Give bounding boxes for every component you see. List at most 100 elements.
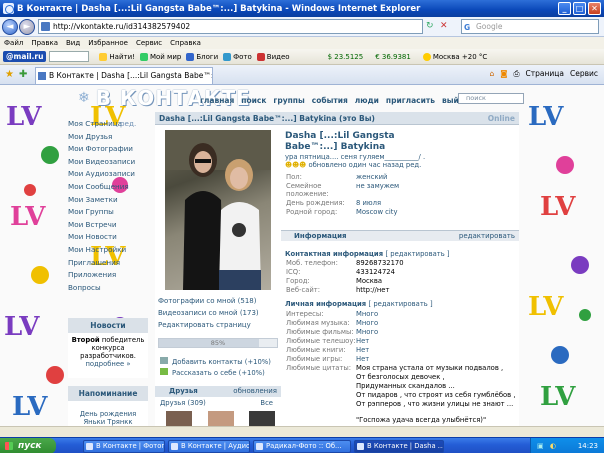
- contact-edit-link[interactable]: [ редактировать ]: [385, 250, 449, 258]
- menu-my-page[interactable]: Моя Страница ред.: [68, 118, 148, 131]
- nav-search[interactable]: поиск: [241, 96, 266, 105]
- mailru-search-input[interactable]: [49, 51, 90, 62]
- reminder-body[interactable]: День рождения Яньки Трянкк: [68, 401, 148, 426]
- info-edit-link[interactable]: редактировать: [459, 231, 515, 241]
- nav-invite[interactable]: пригласить: [386, 96, 435, 105]
- vk-search-input[interactable]: поиск: [458, 93, 524, 104]
- interests-label: Интересы:: [286, 310, 324, 318]
- menu-groups[interactable]: Мои Группы: [68, 206, 148, 219]
- weather-widget[interactable]: Москва +20 °C: [422, 52, 487, 61]
- tell-about-link[interactable]: Рассказать о себе (+10%): [160, 368, 265, 377]
- start-button[interactable]: пуск: [0, 438, 56, 453]
- photos-with-me-link[interactable]: Фотографии со мной (518): [158, 297, 256, 305]
- search-input[interactable]: G Google: [461, 19, 599, 34]
- print-icon[interactable]: ⎙: [514, 69, 520, 79]
- close-button[interactable]: ✕: [588, 2, 601, 15]
- profile-photo-image: [165, 130, 271, 290]
- menu-invitations[interactable]: Приглашения: [68, 257, 148, 270]
- nav-home[interactable]: главная: [200, 96, 234, 105]
- menu-file[interactable]: Файл: [4, 39, 23, 47]
- profile-status[interactable]: ура пятница.... сеня гуляем__________/ .: [285, 153, 425, 161]
- profile-photo[interactable]: [165, 130, 271, 290]
- nav-events[interactable]: события: [312, 96, 348, 105]
- network-icon[interactable]: ▣: [537, 442, 544, 450]
- menu-audio[interactable]: Мои Аудиозаписи: [68, 168, 148, 181]
- books-value[interactable]: Нет: [356, 346, 369, 354]
- news-more-link[interactable]: подробнее »: [85, 360, 130, 368]
- add-contacts-link[interactable]: Добавить контакты (+10%): [160, 357, 271, 366]
- menu-bar: Файл Правка Вид Избранное Сервис Справка: [0, 37, 604, 49]
- menu-settings[interactable]: Мои Настройки: [68, 244, 148, 257]
- clock[interactable]: 14:23: [578, 438, 598, 453]
- eur-rate[interactable]: € 36.9381: [375, 53, 411, 61]
- menu-edit[interactable]: Правка: [31, 39, 58, 47]
- menu-tools[interactable]: Сервис: [136, 39, 162, 47]
- gender-value[interactable]: женский: [356, 173, 387, 181]
- taskbar-item[interactable]: В Контакте | Фотог...: [83, 440, 165, 453]
- minimize-button[interactable]: _: [558, 2, 571, 15]
- menu-notes[interactable]: Мои Заметки: [68, 194, 148, 207]
- hometown-value[interactable]: Moscow city: [356, 208, 398, 216]
- volume-icon[interactable]: ◐: [550, 442, 556, 450]
- birthday-value[interactable]: 8 июля: [356, 199, 381, 207]
- nav-groups[interactable]: группы: [273, 96, 304, 105]
- videos-with-me-link[interactable]: Видеозаписи со мной (173): [158, 309, 259, 317]
- taskbar-item[interactable]: В Контакте | Аудио ...: [168, 440, 250, 453]
- mailru-toolbar: @mail.ru Найти! Мой мир Блоги Фото Видео…: [0, 49, 604, 65]
- edit-link[interactable]: ред.: [120, 118, 136, 131]
- favorites-star-icon[interactable]: ★: [5, 69, 14, 80]
- tvshows-value[interactable]: Нет: [356, 337, 369, 345]
- movies-value[interactable]: Много: [356, 328, 378, 336]
- mailru-logo[interactable]: @mail.ru: [3, 51, 47, 62]
- ie-icon: [171, 443, 178, 450]
- friend-avatar[interactable]: [249, 411, 275, 426]
- photo-link[interactable]: Фото: [223, 52, 252, 61]
- menu-questions[interactable]: Вопросы: [68, 282, 148, 295]
- video-link[interactable]: Видео: [256, 52, 290, 61]
- my-world-link[interactable]: Мой мир: [139, 52, 181, 61]
- menu-news[interactable]: Мои Новости: [68, 231, 148, 244]
- find-button[interactable]: Найти!: [99, 52, 135, 61]
- friends-updates-link[interactable]: обновления: [233, 386, 277, 397]
- marital-value[interactable]: не замужем: [356, 182, 399, 190]
- add-favorites-icon[interactable]: ✚: [19, 69, 27, 80]
- personal-edit-link[interactable]: [ редактировать ]: [369, 300, 433, 308]
- friends-count-link[interactable]: Друзья (309): [160, 399, 206, 407]
- friends-all-link[interactable]: Все: [260, 399, 273, 407]
- forward-button[interactable]: ►: [19, 19, 35, 35]
- friend-avatar[interactable]: [208, 411, 234, 426]
- menu-events[interactable]: Мои Встречи: [68, 219, 148, 232]
- interests-value[interactable]: Много: [356, 310, 378, 318]
- quotes-label: Любимые цитаты:: [286, 364, 352, 372]
- nav-people[interactable]: люди: [355, 96, 379, 105]
- menu-help[interactable]: Справка: [170, 39, 201, 47]
- menu-friends[interactable]: Мои Друзья: [68, 131, 148, 144]
- back-button[interactable]: ◄: [2, 19, 18, 35]
- page-menu-button[interactable]: Страница: [526, 69, 564, 79]
- address-bar-row: ◄ ► http://vkontakte.ru/id314382579402 ↻…: [0, 17, 604, 37]
- home-icon[interactable]: ⌂: [489, 69, 494, 79]
- find-icon: [99, 52, 108, 61]
- address-input[interactable]: http://vkontakte.ru/id314382579402: [38, 19, 423, 34]
- menu-favorites[interactable]: Избранное: [88, 39, 128, 47]
- music-value[interactable]: Много: [356, 319, 378, 327]
- taskbar-item-active[interactable]: В Контакте | Dasha ...: [354, 440, 444, 453]
- blogs-link[interactable]: Блоги: [186, 52, 218, 61]
- website-value[interactable]: http://нет: [356, 286, 389, 294]
- feeds-icon[interactable]: ◙: [500, 69, 507, 79]
- menu-view[interactable]: Вид: [66, 39, 80, 47]
- menu-videos[interactable]: Мои Видеозаписи: [68, 156, 148, 169]
- tools-menu-button[interactable]: Сервис: [570, 69, 598, 79]
- games-value[interactable]: Нет: [356, 355, 369, 363]
- maximize-button[interactable]: □: [573, 2, 586, 15]
- usd-rate[interactable]: $ 23.5125: [328, 53, 364, 61]
- edit-page-link[interactable]: Редактировать страницу: [158, 321, 251, 329]
- taskbar-item[interactable]: Радикал-Фото :: Об...: [253, 440, 351, 453]
- menu-messages[interactable]: Мои Сообщения: [68, 181, 148, 194]
- tab-vk-profile[interactable]: В Контакте | Dasha [...:Lil Gangsta Babe…: [35, 67, 213, 84]
- friend-avatar[interactable]: [166, 411, 192, 426]
- stop-icon[interactable]: ✕: [440, 21, 448, 31]
- menu-photos[interactable]: Мои Фотографии: [68, 143, 148, 156]
- menu-apps[interactable]: Приложения: [68, 269, 148, 282]
- refresh-icon[interactable]: ↻: [426, 21, 434, 31]
